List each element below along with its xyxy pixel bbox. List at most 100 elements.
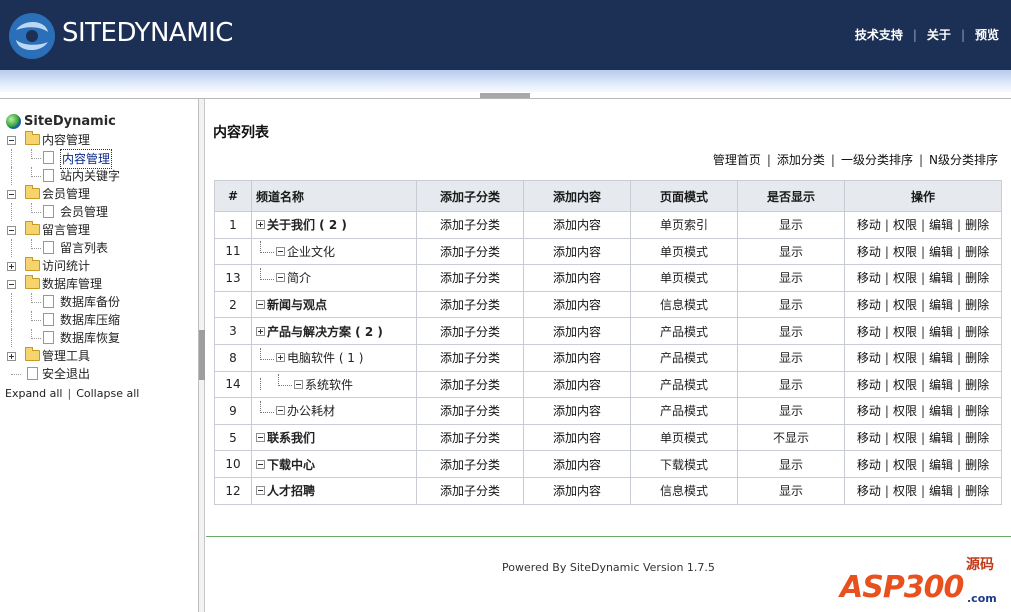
op-delete-link[interactable]: 删除	[965, 404, 989, 418]
op-delete-link[interactable]: 删除	[965, 271, 989, 285]
expand-toggle-icon[interactable]	[256, 220, 265, 230]
op-delete-link[interactable]: 删除	[965, 298, 989, 312]
link-sort-leveln[interactable]: N级分类排序	[929, 153, 998, 167]
cell-add-sub-link[interactable]: 添加子分类	[440, 378, 500, 392]
op-delete-link[interactable]: 删除	[965, 245, 989, 259]
op-move-link[interactable]: 移动	[857, 458, 881, 472]
link-admin-home[interactable]: 管理首页	[713, 153, 761, 167]
cell-add-content-link[interactable]: 添加内容	[553, 218, 601, 232]
cell-add-content-link[interactable]: 添加内容	[553, 458, 601, 472]
op-delete-link[interactable]: 删除	[965, 351, 989, 365]
op-permission-link[interactable]: 权限	[893, 271, 917, 285]
cell-add-sub[interactable]: 添加子分类	[416, 343, 524, 372]
op-move-link[interactable]: 移动	[857, 298, 881, 312]
cell-add-content[interactable]: 添加内容	[523, 476, 631, 505]
collapse-toggle-icon[interactable]	[256, 433, 265, 443]
op-move-link[interactable]: 移动	[857, 378, 881, 392]
op-edit-link[interactable]: 编辑	[929, 298, 953, 312]
cell-add-content-link[interactable]: 添加内容	[553, 378, 601, 392]
op-move-link[interactable]: 移动	[857, 351, 881, 365]
op-delete-link[interactable]: 删除	[965, 218, 989, 232]
op-move-link[interactable]: 移动	[857, 271, 881, 285]
tree-item-label[interactable]: 站内关键字	[60, 167, 120, 185]
tree-item-label[interactable]: 访问统计	[42, 257, 90, 275]
cell-add-sub[interactable]: 添加子分类	[416, 237, 524, 266]
op-delete-link[interactable]: 删除	[965, 378, 989, 392]
cell-add-content-link[interactable]: 添加内容	[553, 298, 601, 312]
collapse-toggle-icon[interactable]	[7, 136, 16, 145]
cell-add-sub-link[interactable]: 添加子分类	[440, 351, 500, 365]
cell-add-sub-link[interactable]: 添加子分类	[440, 404, 500, 418]
cell-add-sub-link[interactable]: 添加子分类	[440, 245, 500, 259]
cell-add-sub[interactable]: 添加子分类	[416, 450, 524, 478]
tree-item-label[interactable]: 会员管理	[60, 203, 108, 221]
op-delete-link[interactable]: 删除	[965, 431, 989, 445]
tree-item-label[interactable]: 数据库压缩	[60, 311, 120, 329]
cell-add-sub-link[interactable]: 添加子分类	[440, 431, 500, 445]
cell-add-sub-link[interactable]: 添加子分类	[440, 458, 500, 472]
op-permission-link[interactable]: 权限	[893, 458, 917, 472]
op-permission-link[interactable]: 权限	[893, 245, 917, 259]
op-edit-link[interactable]: 编辑	[929, 484, 953, 498]
cell-add-content-link[interactable]: 添加内容	[553, 404, 601, 418]
op-delete-link[interactable]: 删除	[965, 458, 989, 472]
tree-item-label[interactable]: 安全退出	[42, 365, 90, 383]
cell-add-sub[interactable]: 添加子分类	[416, 290, 524, 319]
link-sort-level1[interactable]: 一级分类排序	[841, 153, 913, 167]
op-move-link[interactable]: 移动	[857, 325, 881, 339]
cell-add-sub[interactable]: 添加子分类	[416, 397, 524, 425]
cell-add-sub-link[interactable]: 添加子分类	[440, 484, 500, 498]
collapse-toggle-icon[interactable]	[256, 300, 265, 310]
cell-add-content-link[interactable]: 添加内容	[553, 351, 601, 365]
cell-add-content[interactable]: 添加内容	[523, 423, 631, 452]
op-edit-link[interactable]: 编辑	[929, 325, 953, 339]
op-move-link[interactable]: 移动	[857, 484, 881, 498]
collapse-toggle-icon[interactable]	[294, 379, 303, 389]
cell-add-sub-link[interactable]: 添加子分类	[440, 298, 500, 312]
tree-item-label[interactable]: 留言列表	[60, 239, 108, 257]
link-add-category[interactable]: 添加分类	[777, 153, 825, 167]
expand-toggle-icon[interactable]	[7, 262, 16, 271]
cell-add-content[interactable]: 添加内容	[523, 370, 631, 399]
cell-add-content[interactable]: 添加内容	[523, 211, 631, 239]
nav-support[interactable]: 技术支持	[855, 28, 903, 42]
cell-add-sub-link[interactable]: 添加子分类	[440, 271, 500, 285]
op-edit-link[interactable]: 编辑	[929, 431, 953, 445]
tree-item-label[interactable]: 管理工具	[42, 347, 90, 365]
op-edit-link[interactable]: 编辑	[929, 378, 953, 392]
tree-item-label[interactable]: 内容管理	[42, 131, 90, 149]
op-edit-link[interactable]: 编辑	[929, 271, 953, 285]
nav-about[interactable]: 关于	[927, 28, 951, 42]
op-move-link[interactable]: 移动	[857, 404, 881, 418]
cell-add-sub[interactable]: 添加子分类	[416, 317, 524, 345]
op-permission-link[interactable]: 权限	[893, 431, 917, 445]
collapse-toggle-icon[interactable]	[7, 190, 16, 199]
cell-add-sub[interactable]: 添加子分类	[416, 476, 524, 505]
tree-item-label[interactable]: 会员管理	[42, 185, 90, 203]
cell-add-content[interactable]: 添加内容	[523, 343, 631, 372]
collapse-toggle-icon[interactable]	[276, 273, 285, 283]
collapse-toggle-icon[interactable]	[7, 280, 16, 289]
cell-add-sub-link[interactable]: 添加子分类	[440, 325, 500, 339]
cell-add-content-link[interactable]: 添加内容	[553, 271, 601, 285]
op-permission-link[interactable]: 权限	[893, 404, 917, 418]
nav-preview[interactable]: 预览	[975, 28, 999, 42]
tree-item-label[interactable]: 留言管理	[42, 221, 90, 239]
expand-toggle-icon[interactable]	[276, 353, 285, 363]
expand-all-link[interactable]: Expand all	[5, 387, 63, 400]
collapse-toggle-icon[interactable]	[7, 226, 16, 235]
op-move-link[interactable]: 移动	[857, 431, 881, 445]
op-permission-link[interactable]: 权限	[893, 298, 917, 312]
cell-add-sub[interactable]: 添加子分类	[416, 423, 524, 452]
tree-item-label[interactable]: 数据库恢复	[60, 329, 120, 347]
op-permission-link[interactable]: 权限	[893, 351, 917, 365]
op-move-link[interactable]: 移动	[857, 245, 881, 259]
expand-toggle-icon[interactable]	[7, 352, 16, 361]
cell-add-sub[interactable]: 添加子分类	[416, 211, 524, 239]
cell-add-sub[interactable]: 添加子分类	[416, 370, 524, 399]
cell-add-content[interactable]: 添加内容	[523, 237, 631, 266]
op-permission-link[interactable]: 权限	[893, 378, 917, 392]
op-permission-link[interactable]: 权限	[893, 325, 917, 339]
tree-item-label[interactable]: 内容管理	[60, 149, 113, 169]
op-delete-link[interactable]: 删除	[965, 325, 989, 339]
